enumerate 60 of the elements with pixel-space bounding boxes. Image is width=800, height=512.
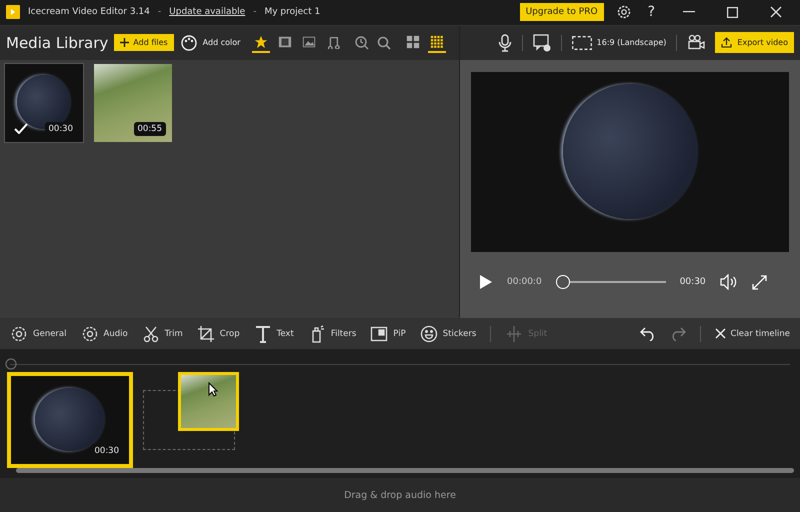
dragged-clip[interactable] — [178, 372, 239, 432]
export-video-button[interactable]: Export video — [715, 32, 794, 54]
total-time: 00:30 — [680, 277, 706, 288]
current-time: 00:00:0 — [507, 277, 542, 288]
aspect-ratio-button[interactable]: 16:9 (Landscape) — [572, 36, 666, 50]
panel-title: Media Library — [6, 34, 108, 52]
redo-icon[interactable] — [670, 326, 686, 341]
play-icon[interactable] — [479, 274, 493, 290]
title-separator: - — [253, 7, 256, 18]
volume-icon[interactable] — [720, 274, 738, 290]
split-icon — [505, 324, 524, 343]
fullscreen-icon[interactable] — [752, 274, 767, 290]
app-logo-icon — [6, 5, 20, 20]
pip-icon — [370, 324, 388, 343]
minimize-icon[interactable] — [683, 11, 695, 14]
cursor-icon — [208, 382, 218, 398]
tool-button[interactable]: Stickers — [420, 324, 476, 343]
playhead-icon[interactable] — [5, 358, 17, 370]
frame-icon — [572, 36, 592, 50]
update-link[interactable]: Update available — [169, 7, 246, 18]
checkmark-icon — [14, 122, 28, 134]
palette-icon — [180, 34, 198, 52]
project-name: My project 1 — [264, 7, 320, 18]
video-camera-icon[interactable] — [687, 34, 706, 52]
maximize-icon[interactable] — [727, 6, 738, 18]
undo-icon[interactable] — [640, 326, 656, 341]
tool-button[interactable]: Audio — [80, 324, 128, 343]
settings-icon[interactable] — [616, 4, 632, 20]
gear-icon — [10, 324, 28, 343]
tool-button[interactable]: Text — [254, 324, 294, 343]
gear-icon — [80, 324, 98, 343]
media-thumbnail[interactable]: 00:55 — [93, 62, 173, 143]
tool-button[interactable]: Trim — [142, 324, 183, 343]
upload-icon — [721, 37, 732, 48]
help-icon[interactable]: ? — [648, 4, 655, 20]
audio-drop-hint: Drag & drop audio here — [344, 490, 456, 501]
tool-button[interactable]: Crop — [196, 324, 240, 343]
title-separator: - — [158, 7, 162, 18]
tool-button[interactable]: Filters — [308, 324, 356, 343]
close-icon[interactable] — [770, 6, 782, 18]
recent-search-icon[interactable] — [354, 34, 370, 51]
text-icon — [254, 324, 272, 343]
media-thumbnail[interactable]: 00:30 — [4, 62, 84, 143]
timeline-clip[interactable]: 00:30 — [7, 372, 133, 468]
add-color-button[interactable]: Add color — [180, 34, 240, 52]
add-files-button[interactable]: Add files — [114, 34, 174, 52]
search-icon[interactable] — [376, 34, 392, 51]
scissors-icon — [142, 324, 160, 343]
subtitles-icon[interactable] — [532, 34, 551, 52]
upgrade-button[interactable]: Upgrade to PRO — [520, 3, 604, 22]
tool-button[interactable]: General — [10, 324, 66, 343]
crop-icon — [196, 324, 215, 343]
smile-icon — [420, 324, 438, 343]
close-icon — [714, 328, 726, 340]
clear-timeline-button[interactable]: Clear timeline — [714, 328, 790, 340]
app-title: Icecream Video Editor 3.14 — [28, 7, 150, 18]
microphone-icon[interactable] — [498, 34, 512, 52]
tool-button[interactable]: PiP — [370, 324, 406, 343]
plus-icon — [120, 38, 130, 48]
scrollbar[interactable] — [16, 468, 794, 474]
